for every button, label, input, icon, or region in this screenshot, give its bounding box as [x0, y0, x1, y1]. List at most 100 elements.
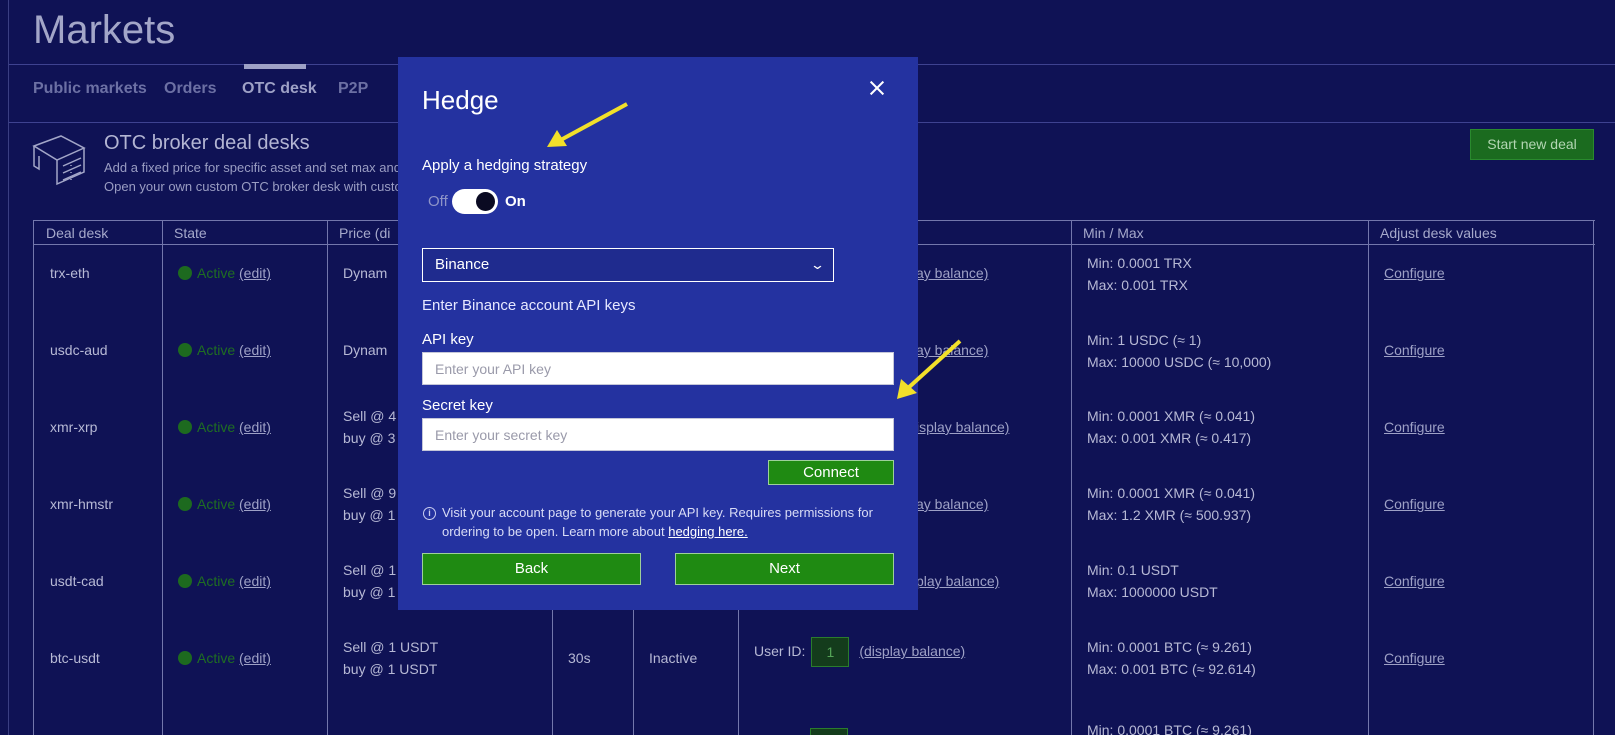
desk-name: usdt-cad	[50, 573, 104, 589]
annotation-arrow-icon	[547, 102, 628, 147]
state-label: Active	[197, 342, 236, 358]
configure-link[interactable]: Configure	[1384, 416, 1445, 438]
state-label: Active	[197, 650, 236, 666]
display-balance-link[interactable]: ay balance)	[916, 262, 988, 284]
min-value: Min: 0.0001 XMR (≈ 0.041)	[1087, 408, 1255, 424]
price-buy: buy @ 1	[343, 584, 396, 600]
connect-button[interactable]: Connect	[768, 460, 894, 485]
annotation-arrow-icon	[897, 339, 962, 399]
edit-state-link[interactable]: (edit)	[239, 573, 271, 589]
column-divider	[162, 220, 163, 735]
status-dot-icon	[178, 420, 192, 434]
price-line: Dynam	[343, 265, 388, 281]
configure-link[interactable]: Configure	[1384, 493, 1445, 515]
desk-icon	[32, 135, 86, 186]
timer-value: 30s	[568, 650, 591, 666]
edit-state-link[interactable]: (edit)	[239, 342, 271, 358]
toggle-off-label: Off	[428, 193, 448, 210]
hedge-status: Inactive	[649, 650, 698, 666]
state-label: Active	[197, 265, 236, 281]
desk-name: usdc-aud	[50, 342, 108, 358]
desk-name: xmr-xrp	[50, 419, 98, 435]
configure-link[interactable]: Configure	[1384, 339, 1445, 361]
user-id-field[interactable]	[810, 728, 848, 735]
max-value: Max: 0.001 XMR (≈ 0.417)	[1087, 430, 1252, 446]
exchange-select[interactable]: Binance ⌄	[422, 248, 834, 282]
min-value: Min: 0.0001 TRX	[1087, 255, 1192, 271]
max-value: Max: 0.001 BTC (≈ 92.614)	[1087, 661, 1256, 677]
edit-state-link[interactable]: (edit)	[239, 496, 271, 512]
configure-link[interactable]: Configure	[1384, 570, 1445, 592]
tab-public-markets[interactable]: Public markets	[33, 64, 147, 122]
secret-key-input[interactable]	[422, 418, 894, 451]
column-divider	[327, 220, 328, 735]
display-balance-link[interactable]: (display balance)	[859, 643, 965, 659]
price-sell: Sell @ 4	[343, 408, 397, 424]
api-keys-heading: Enter Binance account API keys	[422, 297, 636, 314]
status-dot-icon	[178, 574, 192, 588]
col-header-deal-desk: Deal desk	[34, 220, 162, 245]
next-button[interactable]: Next	[675, 553, 894, 585]
min-value: Min: 0.0001 XMR (≈ 0.041)	[1087, 485, 1255, 501]
display-balance-link[interactable]: play balance)	[916, 570, 999, 592]
desk-state: Active (edit)	[178, 647, 271, 669]
configure-link[interactable]: Configure	[1384, 262, 1445, 284]
state-label: Active	[197, 496, 236, 512]
max-value: Max: 0.001 TRX	[1087, 277, 1188, 293]
user-id-cell: User ID: 1 (display balance)	[754, 636, 965, 668]
col-header-adjust: Adjust desk values	[1368, 220, 1595, 245]
min-value: Min: 0.0001 BTC (≈ 9.261)	[1087, 639, 1252, 655]
toggle-knob	[476, 192, 495, 211]
secret-key-label: Secret key	[422, 397, 493, 414]
desk-state: Active (edit)	[178, 262, 271, 284]
configure-link[interactable]: Configure	[1384, 647, 1445, 669]
desk-name: xmr-hmstr	[50, 496, 113, 512]
modal-title: Hedge	[422, 85, 499, 115]
hedging-toggle[interactable]	[452, 189, 498, 214]
status-dot-icon	[178, 343, 192, 357]
status-dot-icon	[178, 497, 192, 511]
edit-state-link[interactable]: (edit)	[239, 265, 271, 281]
column-divider	[1368, 220, 1369, 735]
price-line: Dynam	[343, 342, 388, 358]
desk-state: Active (edit)	[178, 493, 271, 515]
api-key-input[interactable]	[422, 352, 894, 385]
desk-name: trx-eth	[50, 265, 90, 281]
status-dot-icon	[178, 651, 192, 665]
back-button[interactable]: Back	[422, 553, 641, 585]
chevron-down-icon: ⌄	[809, 257, 826, 272]
max-value: Max: 10000 USDC (≈ 10,000)	[1087, 354, 1272, 370]
exchange-selected-value: Binance	[435, 256, 490, 273]
state-label: Active	[197, 419, 236, 435]
price-buy: buy @ 1	[343, 507, 396, 523]
user-id-label: User ID:	[754, 643, 806, 659]
col-header-state: State	[162, 220, 327, 245]
desk-name: btc-usdt	[50, 650, 100, 666]
otc-description-line: Add a fixed price for specific asset and…	[104, 160, 416, 175]
min-value: Min: 0.0001 BTC (≈ 9.261)	[1087, 724, 1252, 735]
edit-state-link[interactable]: (edit)	[239, 650, 271, 666]
tab-otc-desk[interactable]: OTC desk	[242, 64, 317, 122]
display-balance-link[interactable]: ay balance)	[916, 493, 988, 515]
max-value: Max: 1000000 USDT	[1087, 584, 1218, 600]
desk-state: Active (edit)	[178, 570, 271, 592]
tab-p2p[interactable]: P2P	[338, 64, 368, 122]
otc-description: Add a fixed price for specific asset and…	[104, 158, 415, 196]
display-balance-link[interactable]: isplay balance)	[916, 416, 1009, 438]
api-key-label: API key	[422, 331, 474, 348]
price-sell: Sell @ 9	[343, 485, 397, 501]
info-icon: i	[423, 507, 436, 520]
price-buy: buy @ 3	[343, 430, 396, 446]
status-dot-icon	[178, 266, 192, 280]
hedging-strategy-label: Apply a hedging strategy	[422, 157, 588, 174]
start-new-deal-button[interactable]: Start new deal	[1470, 129, 1594, 160]
user-id-field[interactable]: 1	[811, 637, 850, 668]
min-value: Min: 0.1 USDT	[1087, 562, 1179, 578]
hedge-modal: Hedge Apply a hedging strategy Off On Bi…	[398, 57, 918, 610]
close-icon[interactable]	[864, 75, 890, 101]
edit-state-link[interactable]: (edit)	[239, 419, 271, 435]
tab-orders[interactable]: Orders	[164, 64, 216, 122]
otc-title: OTC broker deal desks	[104, 132, 310, 154]
min-value: Min: 1 USDC (≈ 1)	[1087, 332, 1202, 348]
hedging-info-link[interactable]: hedging here.	[668, 524, 748, 539]
